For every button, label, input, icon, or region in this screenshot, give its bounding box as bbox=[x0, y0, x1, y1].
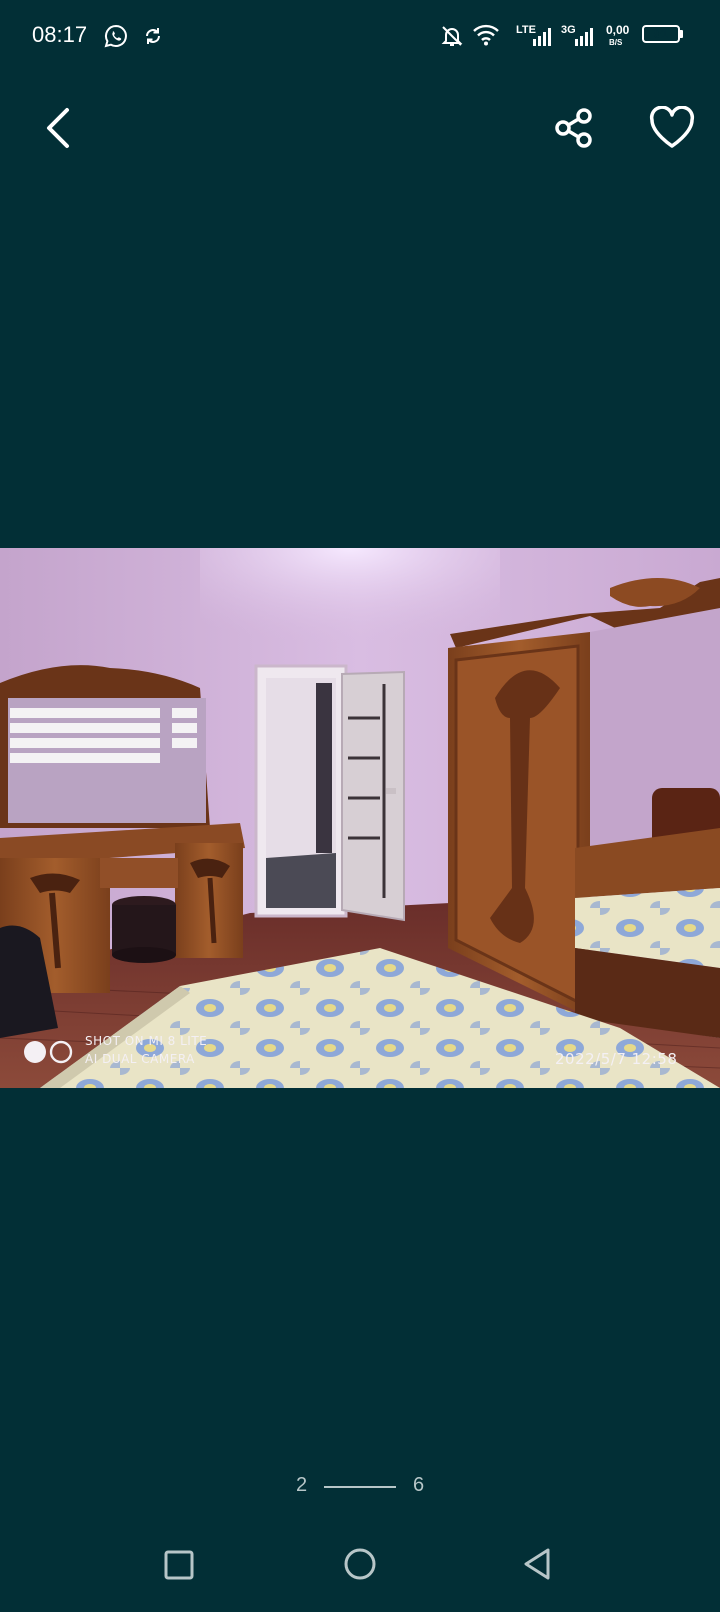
camera-watermark-line2: AI DUAL CAMERA bbox=[85, 1052, 195, 1066]
chevron-left-icon bbox=[47, 108, 69, 148]
status-time: 08:17 bbox=[32, 22, 88, 47]
pager-total: 6 bbox=[413, 1474, 425, 1496]
square-icon bbox=[164, 1550, 194, 1580]
pager-divider bbox=[324, 1486, 396, 1488]
heart-outline-icon bbox=[649, 105, 695, 148]
battery-level: 91 bbox=[653, 26, 669, 41]
data-speed-unit: B/S bbox=[609, 38, 623, 47]
share-icon bbox=[555, 108, 592, 148]
signal-strength-icon bbox=[532, 28, 552, 51]
home-button[interactable] bbox=[342, 1546, 378, 1582]
back-button[interactable] bbox=[38, 104, 78, 152]
gallery-photo[interactable] bbox=[0, 548, 720, 1088]
camera-watermark-logo bbox=[22, 1039, 76, 1070]
camera-watermark-line1: SHOT ON MI 8 LITE bbox=[85, 1034, 208, 1048]
photo-pager: 2 6 bbox=[0, 1474, 720, 1498]
signal-strength-icon bbox=[574, 28, 594, 51]
triangle-back-icon bbox=[524, 1548, 550, 1580]
bedroom-photo bbox=[0, 548, 720, 1088]
notifications-off-icon bbox=[440, 24, 464, 53]
battery-indicator: 91 bbox=[642, 25, 680, 43]
photo-timestamp: 2022/5/7 12:58 bbox=[555, 1050, 678, 1068]
nav-back-button[interactable] bbox=[520, 1546, 554, 1582]
pager-current: 2 bbox=[296, 1474, 308, 1496]
status-bar: 08:17 LTE 3G 0,00 B/S 91 bbox=[0, 0, 720, 72]
share-button[interactable] bbox=[552, 106, 596, 150]
circle-icon bbox=[344, 1548, 376, 1580]
battery-tip bbox=[680, 30, 683, 38]
data-speed: 0,00 bbox=[606, 23, 630, 37]
favorite-button[interactable] bbox=[648, 105, 696, 150]
recents-button[interactable] bbox=[162, 1548, 196, 1582]
wifi-icon bbox=[472, 24, 500, 51]
whatsapp-icon bbox=[104, 24, 128, 53]
sync-icon bbox=[143, 26, 163, 51]
